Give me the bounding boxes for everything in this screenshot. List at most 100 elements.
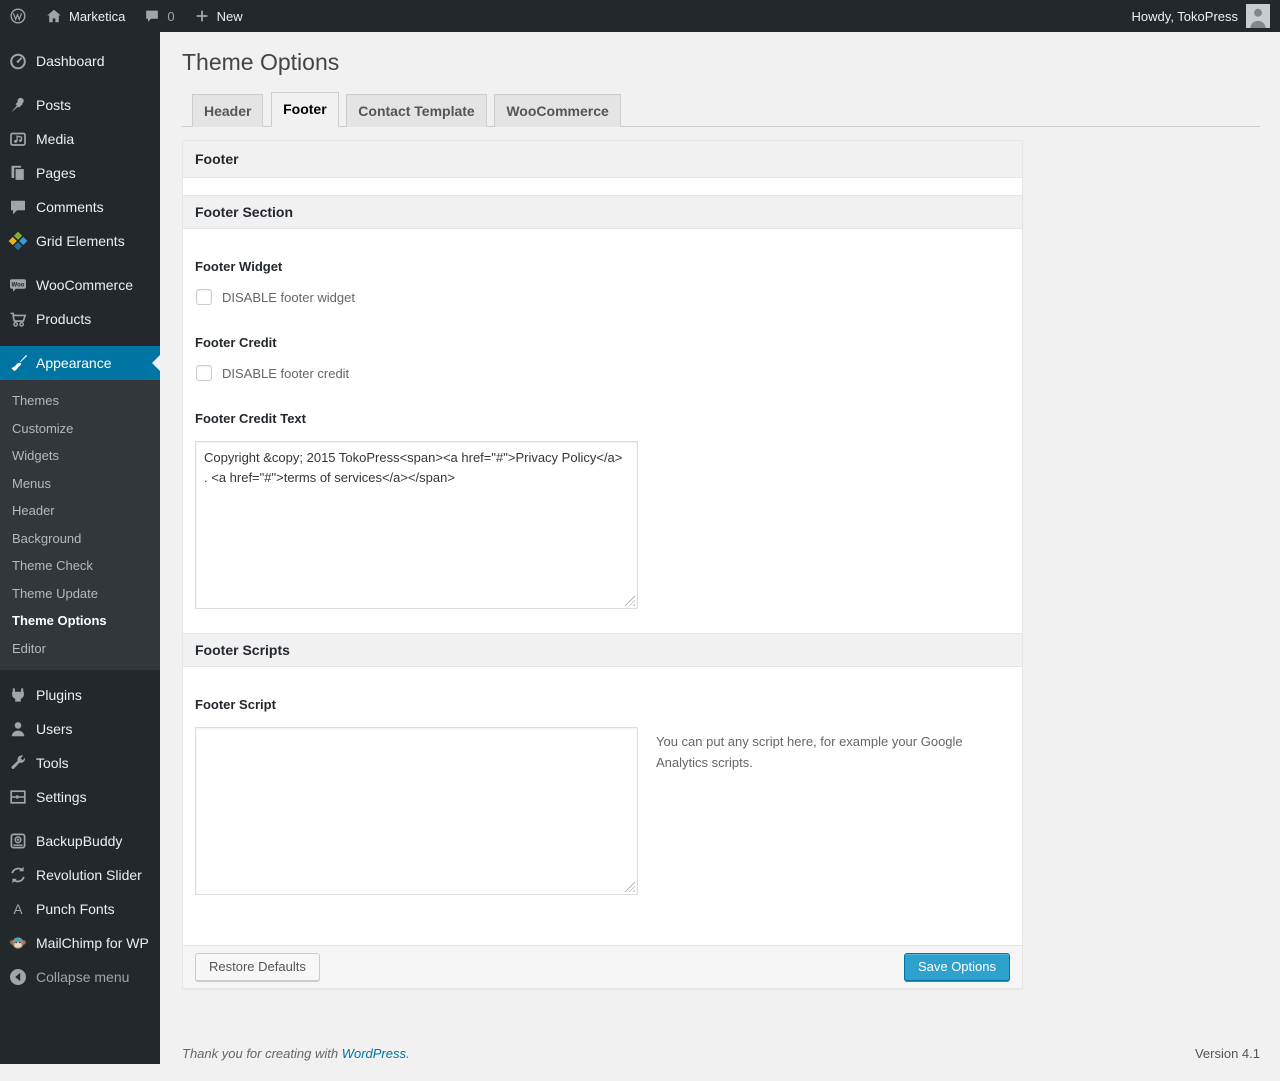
theme-options-panel: Footer Footer Section Footer Widget DISA… [182,140,1023,989]
sidebar-item-label: Punch Fonts [36,901,115,917]
sidebar-item-label: Grid Elements [36,233,125,249]
thanks-prefix: Thank you for creating with [182,1046,342,1061]
sidebar-item-tools[interactable]: Tools [0,746,160,780]
sidebar-item-users[interactable]: Users [0,712,160,746]
sidebar-item-plugins[interactable]: Plugins [0,678,160,712]
sidebar-item-label: Settings [36,789,87,805]
comment-count: 0 [167,9,174,24]
sidebar-item-backupbuddy[interactable]: BackupBuddy [0,824,160,858]
tab-footer[interactable]: Footer [271,92,339,127]
menu-separator [0,32,160,44]
sidebar-item-label: Tools [36,755,69,771]
sidebar-item-media[interactable]: Media [0,122,160,156]
main-content: Theme Options Header Footer Contact Temp… [160,0,1280,1081]
tab-contact-template[interactable]: Contact Template [346,94,486,127]
site-menu[interactable]: Marketica [36,0,134,32]
sidebar-item-settings[interactable]: Settings [0,780,160,814]
footer-credit-text-textarea[interactable]: Copyright &copy; 2015 TokoPress<span><a … [195,441,638,609]
page-title: Theme Options [182,48,1260,77]
sidebar-item-label: WooCommerce [36,277,133,293]
sidebar-item-mailchimp[interactable]: MailChimp for WP [0,926,160,960]
footer-credit-row: DISABLE footer credit [195,365,1010,381]
sidebar-item-label: BackupBuddy [36,833,122,849]
sidebar-item-appearance[interactable]: Appearance [0,346,160,380]
account-menu[interactable]: Howdy, TokoPress [1132,0,1280,32]
tab-woocommerce[interactable]: WooCommerce [494,94,620,127]
footer-credit-text-label: Footer Credit Text [195,411,1010,426]
home-icon [45,7,63,25]
sidebar-item-products[interactable]: Products [0,302,160,336]
sidebar-item-revolution-slider[interactable]: Revolution Slider [0,858,160,892]
pushpin-icon [8,95,28,115]
panel-action-bar: Restore Defaults Save Options [183,945,1022,988]
sidebar-item-label: Pages [36,165,76,181]
paintbrush-icon [8,353,28,373]
comment-bubble-icon [143,7,161,25]
site-name: Marketica [69,9,125,24]
plus-icon [193,7,211,25]
save-options-button[interactable]: Save Options [904,953,1010,981]
footer-section-fields: Footer Widget DISABLE footer widget Foot… [183,259,1022,609]
sidebar-item-posts[interactable]: Posts [0,88,160,122]
sidebar-item-label: MailChimp for WP [36,935,149,951]
grid-elements-icon [8,231,28,251]
section-header-footer-section: Footer Section [183,195,1022,229]
submenu-item-menus[interactable]: Menus [0,470,160,498]
comments-menu[interactable]: 0 [134,0,183,32]
sidebar-item-woocommerce[interactable]: Woo WooCommerce [0,268,160,302]
menu-separator [0,336,160,346]
restore-defaults-button[interactable]: Restore Defaults [195,953,320,981]
disable-footer-widget-checkbox[interactable] [196,289,212,305]
submenu-item-editor[interactable]: Editor [0,635,160,663]
sidebar-item-label: Products [36,311,91,327]
footer-credit-label: Footer Credit [195,335,1010,350]
tab-header[interactable]: Header [192,94,263,127]
sidebar-item-dashboard[interactable]: Dashboard [0,44,160,78]
letter-a-icon: A [8,899,28,919]
wp-logo-menu[interactable] [0,0,36,32]
footer-credit-text-wrap: Copyright &copy; 2015 TokoPress<span><a … [195,441,638,609]
panel-header: Footer [183,141,1022,178]
sidebar-item-grid-elements[interactable]: Grid Elements [0,224,160,258]
submenu-item-background[interactable]: Background [0,525,160,553]
submenu-item-header[interactable]: Header [0,497,160,525]
submenu-item-theme-update[interactable]: Theme Update [0,580,160,608]
woocommerce-badge-icon: Woo [8,275,28,295]
wordpress-link[interactable]: WordPress [342,1046,406,1061]
sidebar-item-punch-fonts[interactable]: A Punch Fonts [0,892,160,926]
submenu-item-theme-check[interactable]: Theme Check [0,552,160,580]
sidebar-item-label: Plugins [36,687,82,703]
sidebar-item-label: Users [36,721,73,737]
submenu-item-customize[interactable]: Customize [0,415,160,443]
sidebar-item-label: Posts [36,97,71,113]
version-text: Version 4.1 [1195,1046,1260,1061]
submenu-item-themes[interactable]: Themes [0,387,160,415]
footer-script-help: You can put any script here, for example… [656,732,976,774]
footer-scripts-fields: Footer Script You can put any script her… [183,697,1022,945]
footer-script-label: Footer Script [195,697,1010,712]
footer-script-textarea[interactable] [195,727,638,895]
svg-text:A: A [13,902,22,917]
disable-footer-credit-checkbox[interactable] [196,365,212,381]
disable-footer-credit-label[interactable]: DISABLE footer credit [222,366,349,381]
submenu-item-theme-options[interactable]: Theme Options [0,607,160,635]
sidebar-item-pages[interactable]: Pages [0,156,160,190]
menu-separator [0,78,160,88]
footer-thanks: Thank you for creating with WordPress. [182,1046,410,1061]
sidebar-item-comments[interactable]: Comments [0,190,160,224]
pages-icon [8,163,28,183]
comment-bubble-icon [8,197,28,217]
footer-script-wrap [195,727,638,895]
footer-widget-label: Footer Widget [195,259,1010,274]
new-menu[interactable]: New [184,0,252,32]
backup-icon [8,831,28,851]
submenu-item-widgets[interactable]: Widgets [0,442,160,470]
appearance-submenu: Themes Customize Widgets Menus Header Ba… [0,380,160,670]
menu-separator [0,258,160,268]
wordpress-logo-icon [9,7,27,25]
plug-icon [8,685,28,705]
disable-footer-widget-label[interactable]: DISABLE footer widget [222,290,355,305]
section-header-footer-scripts: Footer Scripts [183,633,1022,667]
sidebar-item-collapse-menu[interactable]: Collapse menu [0,960,160,994]
svg-text:Woo: Woo [12,282,25,288]
